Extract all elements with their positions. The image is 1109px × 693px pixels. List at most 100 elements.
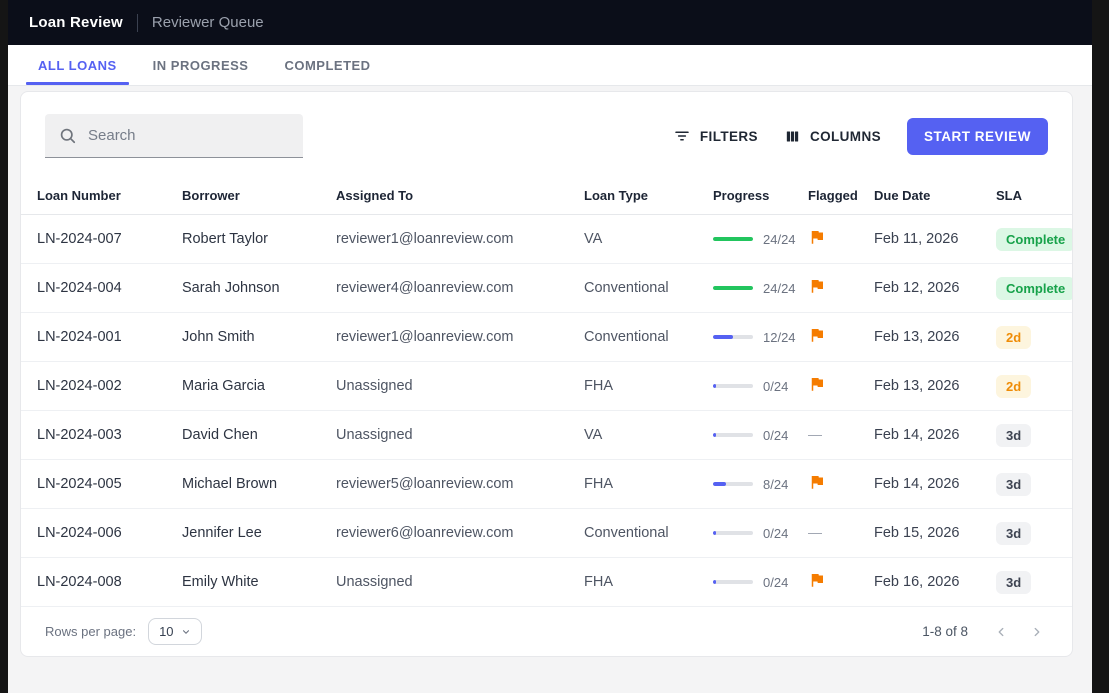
assigned-to-cell: reviewer6@loanreview.com: [320, 525, 568, 541]
sla-badge: 2d: [996, 326, 1031, 349]
columns-button[interactable]: COLUMNS: [784, 128, 881, 145]
progress-label: 12/24: [763, 330, 796, 345]
rows-per-page-select[interactable]: 10: [148, 618, 201, 645]
table-row[interactable]: LN-2024-004Sarah Johnsonreviewer4@loanre…: [21, 264, 1072, 313]
chevron-right-icon: [1030, 625, 1044, 639]
table-row[interactable]: LN-2024-001John Smithreviewer1@loanrevie…: [21, 313, 1072, 362]
tab-all-loans[interactable]: ALL LOANS: [26, 45, 129, 85]
chevron-down-icon: [181, 627, 191, 637]
filters-label: FILTERS: [700, 129, 758, 144]
table-row[interactable]: LN-2024-006Jennifer Leereviewer6@loanrev…: [21, 509, 1072, 558]
column-header-loan-number[interactable]: Loan Number: [21, 188, 166, 203]
flagged-cell: [792, 228, 858, 251]
loan-number-cell: LN-2024-008: [21, 574, 166, 590]
sla-cell: 3d: [980, 424, 1072, 447]
borrower-cell: Sarah Johnson: [166, 280, 320, 296]
assigned-to-cell: reviewer5@loanreview.com: [320, 476, 568, 492]
flag-icon: [808, 375, 826, 393]
flag-icon: [808, 277, 826, 295]
sla-badge: 3d: [996, 571, 1031, 594]
start-review-button[interactable]: START REVIEW: [907, 118, 1048, 155]
column-header-flagged[interactable]: Flagged: [792, 188, 858, 203]
loan-number-cell: LN-2024-005: [21, 476, 166, 492]
loan-number-cell: LN-2024-002: [21, 378, 166, 394]
sla-cell: 3d: [980, 473, 1072, 496]
pagination-controls: 1-8 of 8: [922, 621, 1048, 643]
loan-type-cell: VA: [568, 427, 697, 443]
sla-badge: Complete: [996, 277, 1073, 300]
due-date-cell: Feb 16, 2026: [858, 574, 980, 590]
borrower-cell: John Smith: [166, 329, 320, 345]
progress-label: 0/24: [763, 575, 788, 590]
progress-bar: [713, 237, 753, 241]
flag-icon: [808, 228, 826, 246]
page-content: FILTERS COLUMNS START REVIEW: [8, 86, 1092, 657]
no-flag-placeholder: —: [808, 426, 822, 442]
tab-completed[interactable]: COMPLETED: [272, 45, 382, 85]
table-row[interactable]: LN-2024-002Maria GarciaUnassignedFHA0/24…: [21, 362, 1072, 411]
progress-cell: 0/24: [697, 575, 792, 590]
loan-type-cell: Conventional: [568, 280, 697, 296]
sla-badge: 3d: [996, 473, 1031, 496]
flagged-cell: [792, 473, 858, 496]
borrower-cell: Michael Brown: [166, 476, 320, 492]
sla-cell: 3d: [980, 571, 1072, 594]
borrower-cell: David Chen: [166, 427, 320, 443]
previous-page-button[interactable]: [990, 621, 1012, 643]
column-header-due-date[interactable]: Due Date: [858, 188, 980, 203]
flagged-cell: —: [792, 426, 858, 444]
flagged-cell: —: [792, 524, 858, 542]
table-row[interactable]: LN-2024-008Emily WhiteUnassignedFHA0/24F…: [21, 558, 1072, 607]
assigned-to-cell: Unassigned: [320, 574, 568, 590]
progress-cell: 24/24: [697, 281, 792, 296]
table-row[interactable]: LN-2024-007Robert Taylorreviewer1@loanre…: [21, 215, 1072, 264]
column-header-assigned-to[interactable]: Assigned To: [320, 188, 568, 203]
progress-cell: 12/24: [697, 330, 792, 345]
rows-per-page: Rows per page: 10: [45, 618, 202, 645]
column-header-borrower[interactable]: Borrower: [166, 188, 320, 203]
app-title: Loan Review: [29, 14, 123, 31]
tab-in-progress[interactable]: IN PROGRESS: [141, 45, 261, 85]
sla-badge: 2d: [996, 375, 1031, 398]
rows-per-page-label: Rows per page:: [45, 624, 136, 639]
chevron-left-icon: [994, 625, 1008, 639]
due-date-cell: Feb 12, 2026: [858, 280, 980, 296]
sla-badge: 3d: [996, 522, 1031, 545]
next-page-button[interactable]: [1026, 621, 1048, 643]
sla-cell: 3d: [980, 522, 1072, 545]
progress-bar: [713, 482, 753, 486]
top-bar: Loan Review Reviewer Queue: [8, 0, 1092, 45]
due-date-cell: Feb 14, 2026: [858, 427, 980, 443]
progress-label: 0/24: [763, 526, 788, 541]
table-row[interactable]: LN-2024-003David ChenUnassignedVA0/24—Fe…: [21, 411, 1072, 460]
app-window: Loan Review Reviewer Queue ALL LOANS IN P…: [8, 0, 1092, 693]
column-header-loan-type[interactable]: Loan Type: [568, 188, 697, 203]
due-date-cell: Feb 13, 2026: [858, 329, 980, 345]
rows-per-page-value: 10: [159, 624, 173, 639]
flagged-cell: [792, 571, 858, 594]
progress-bar: [713, 384, 753, 388]
column-header-sla[interactable]: SLA: [980, 188, 1072, 203]
progress-bar: [713, 531, 753, 535]
loan-number-cell: LN-2024-004: [21, 280, 166, 296]
assigned-to-cell: reviewer4@loanreview.com: [320, 280, 568, 296]
search-input[interactable]: [88, 127, 290, 144]
progress-label: 8/24: [763, 477, 788, 492]
assigned-to-cell: reviewer1@loanreview.com: [320, 231, 568, 247]
filters-button[interactable]: FILTERS: [673, 127, 758, 145]
borrower-cell: Emily White: [166, 574, 320, 590]
column-header-progress[interactable]: Progress: [697, 188, 792, 203]
search-box[interactable]: [45, 114, 303, 158]
progress-cell: 24/24: [697, 232, 792, 247]
table-row[interactable]: LN-2024-005Michael Brownreviewer5@loanre…: [21, 460, 1072, 509]
due-date-cell: Feb 14, 2026: [858, 476, 980, 492]
loan-type-cell: Conventional: [568, 525, 697, 541]
flag-icon: [808, 571, 826, 589]
search-icon: [58, 126, 78, 146]
progress-cell: 0/24: [697, 379, 792, 394]
table-footer: Rows per page: 10 1-8 of 8: [21, 607, 1072, 656]
loan-type-cell: FHA: [568, 378, 697, 394]
tabs-bar: ALL LOANS IN PROGRESS COMPLETED: [8, 45, 1092, 86]
loan-table-card: FILTERS COLUMNS START REVIEW: [20, 91, 1073, 657]
title-divider: [137, 14, 138, 32]
